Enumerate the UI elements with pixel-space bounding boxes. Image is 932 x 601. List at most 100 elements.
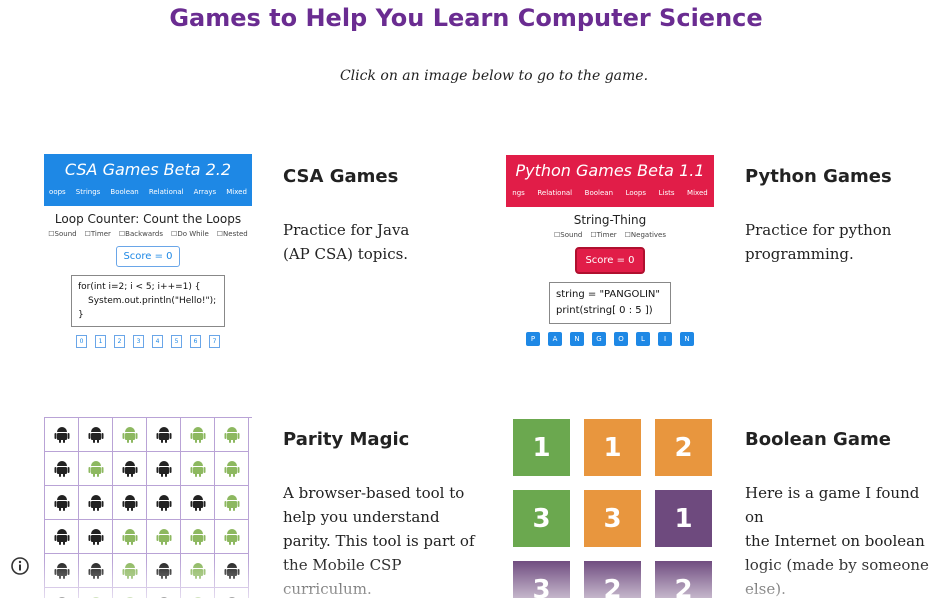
android-icon	[156, 494, 171, 511]
answer-button: G	[592, 332, 606, 346]
desc-line: Practice for Java	[283, 221, 410, 239]
boolean-tile: 1	[584, 419, 641, 476]
csa-nav-item: Relational	[148, 188, 184, 196]
csa-nav: oops Strings Boolean Relational Arrays M…	[44, 188, 252, 196]
csa-nav-item: oops	[49, 188, 66, 196]
boolean-tile: 2	[655, 561, 712, 598]
parity-cell	[45, 554, 79, 588]
parity-cell	[45, 520, 79, 554]
python-options: ☐Sound ☐Timer ☐Negatives	[506, 231, 714, 239]
python-nav-item: Relational	[537, 189, 573, 197]
android-icon	[224, 562, 239, 579]
csa-games-thumbnail[interactable]: CSA Games Beta 2.2 oops Strings Boolean …	[44, 154, 252, 366]
python-nav-item: Lists	[658, 189, 675, 197]
answer-button: 1	[95, 335, 106, 348]
csa-nav-item: Arrays	[193, 188, 217, 196]
parity-cell	[45, 486, 79, 520]
python-games-thumbnail[interactable]: Python Games Beta 1.1 ngs Relational Boo…	[506, 155, 714, 367]
desc-line: programming.	[745, 245, 854, 263]
parity-cell	[181, 520, 215, 554]
desc-line: curriculum.	[283, 580, 372, 598]
android-icon	[156, 562, 171, 579]
android-icon	[122, 494, 137, 511]
csa-nav-item: Mixed	[226, 188, 247, 196]
parity-cell	[181, 452, 215, 486]
python-banner-title: Python Games Beta 1.1	[515, 161, 705, 180]
parity-cell	[79, 554, 113, 588]
csa-games-title: CSA Games	[283, 166, 399, 187]
parity-cell	[147, 554, 181, 588]
parity-cell	[181, 418, 215, 452]
boolean-game-thumbnail[interactable]: 112331322	[506, 417, 714, 598]
parity-cell	[113, 554, 147, 588]
parity-cell	[113, 452, 147, 486]
parity-magic-title: Parity Magic	[283, 429, 410, 450]
parity-cell	[215, 452, 249, 486]
desc-line: help you understand	[283, 508, 440, 526]
android-icon	[88, 426, 103, 443]
desc-line: else).	[745, 580, 786, 598]
csa-option: ☐Backwards	[118, 230, 164, 238]
android-icon	[224, 494, 239, 511]
desc-line: A browser-based tool to	[283, 484, 465, 502]
answer-button: P	[526, 332, 540, 346]
parity-cell	[215, 486, 249, 520]
csa-option: ☐Nested	[216, 230, 248, 238]
python-nav-item: ngs	[512, 189, 525, 197]
boolean-tile: 1	[513, 419, 570, 476]
desc-line: parity. This tool is part of	[283, 532, 475, 550]
android-icon	[54, 494, 69, 511]
csa-games-description: Practice for Java (AP CSA) topics.	[283, 218, 409, 266]
python-nav-item: Loops	[625, 189, 647, 197]
answer-button: N	[570, 332, 584, 346]
parity-cell	[215, 418, 249, 452]
android-icon	[54, 562, 69, 579]
desc-line: Practice for python	[745, 221, 892, 239]
parity-cell	[79, 418, 113, 452]
python-heading: String-Thing	[573, 213, 647, 227]
parity-magic-thumbnail[interactable]	[44, 417, 252, 598]
answer-button: 0	[76, 335, 87, 348]
parity-cell	[181, 588, 215, 598]
boolean-game-description: Here is a game I found on the Internet o…	[745, 481, 932, 601]
boolean-tile: 3	[584, 490, 641, 547]
csa-score: Score = 0	[116, 246, 180, 267]
android-icon	[156, 528, 171, 545]
android-icon	[54, 460, 69, 477]
android-icon	[190, 562, 205, 579]
csa-nav-item: Boolean	[110, 188, 139, 196]
android-icon	[190, 426, 205, 443]
boolean-tile: 2	[584, 561, 641, 598]
answer-button: 5	[171, 335, 182, 348]
parity-cell	[181, 486, 215, 520]
answer-button: 3	[133, 335, 144, 348]
code-line: System.out.println("Hello!");	[88, 296, 217, 306]
desc-line: the Internet on boolean	[745, 532, 925, 550]
parity-cell	[113, 418, 147, 452]
python-games-title: Python Games	[745, 166, 892, 187]
info-icon[interactable]	[10, 556, 30, 576]
answer-button: A	[548, 332, 562, 346]
page-title: Games to Help You Learn Computer Science	[169, 4, 763, 32]
answer-button: L	[636, 332, 650, 346]
parity-cell	[113, 520, 147, 554]
android-icon	[224, 528, 239, 545]
answer-button: I	[658, 332, 672, 346]
python-nav-item: Boolean	[584, 189, 614, 197]
parity-magic-description: A browser-based tool to help you underst…	[283, 481, 475, 601]
android-icon	[88, 460, 103, 477]
code-line: print(string[ 0 : 5 ])	[556, 305, 653, 316]
python-option: ☐Timer	[590, 231, 617, 239]
csa-option: ☐Timer	[84, 230, 111, 238]
desc-line: logic (made by someone	[745, 556, 929, 574]
python-games-description: Practice for python programming.	[745, 218, 891, 266]
csa-nav-item: Strings	[75, 188, 101, 196]
answer-button: N	[680, 332, 694, 346]
parity-cell	[215, 588, 249, 598]
python-banner: Python Games Beta 1.1 ngs Relational Boo…	[506, 155, 714, 207]
parity-cell	[181, 554, 215, 588]
answer-button: 6	[190, 335, 201, 348]
android-icon	[190, 528, 205, 545]
android-icon	[88, 562, 103, 579]
parity-cell	[79, 520, 113, 554]
